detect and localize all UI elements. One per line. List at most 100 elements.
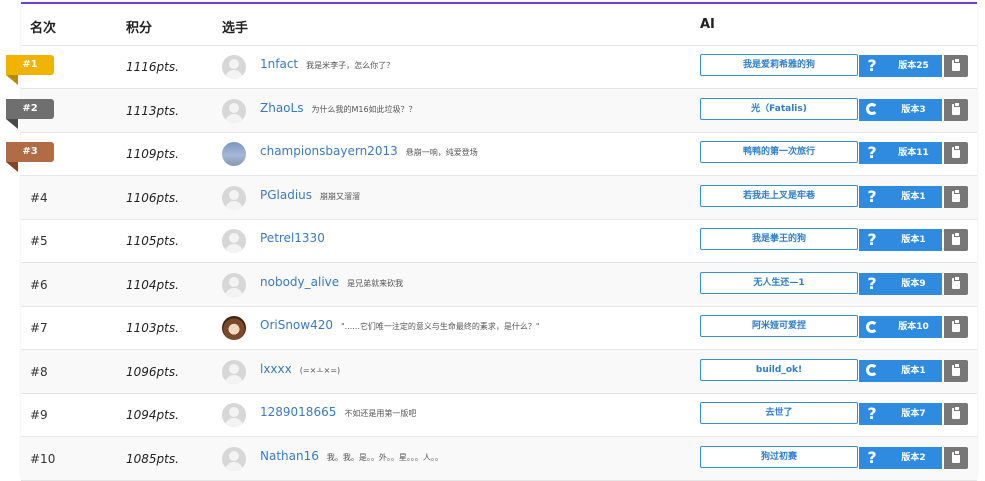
ai-language-button[interactable]: ? (859, 272, 885, 295)
player-motto: 我是米李子，怎么你了？ (306, 61, 395, 70)
rank-number: #10 (30, 451, 56, 466)
ai-version-button[interactable]: 版本2 (885, 446, 942, 469)
player-name-link[interactable]: Nathan16 我。我。是。。外。。星。。。人。。 (260, 449, 443, 463)
player-name[interactable]: 1289018665 (260, 405, 336, 419)
ai-version-button[interactable]: 版本3 (885, 98, 942, 121)
score: 1113pts. (126, 103, 179, 118)
copy-button[interactable] (944, 142, 968, 164)
rank-number: #7 (30, 321, 48, 335)
copy-button[interactable] (944, 359, 968, 382)
ai-version-button[interactable]: 版本11 (885, 142, 942, 164)
player-name-link[interactable]: championsbayern2013 悬崩一响，纯爱登场 (260, 144, 478, 158)
ai-version-button[interactable]: 版本25 (885, 55, 942, 77)
copy-button[interactable] (944, 98, 968, 121)
c-icon (866, 103, 878, 115)
clipboard-icon (952, 101, 960, 115)
avatar[interactable] (222, 446, 246, 471)
ai-language-button[interactable]: ? (859, 229, 885, 251)
score: 1094pts. (126, 408, 179, 422)
ai-language-button[interactable] (859, 359, 885, 382)
player-name-link[interactable]: 1nfact 我是米李子，怎么你了？ (260, 57, 394, 71)
player-name-link[interactable]: 1289018665 不如还是用第一版吧 (260, 405, 416, 419)
player-name[interactable]: 1nfact (260, 57, 298, 71)
player-motto: 我。我。是。。外。。星。。。人。。 (326, 452, 443, 462)
player-name[interactable]: nobody_alive (260, 275, 339, 289)
player-name[interactable]: lxxxx (260, 362, 292, 376)
ai-name-button[interactable]: build_ok! (700, 358, 858, 381)
player-name-link[interactable]: PGladius 崩崩又溜溜 (260, 188, 360, 202)
ai-language-button[interactable] (859, 316, 885, 338)
clipboard-icon (952, 362, 960, 376)
ai-version-button[interactable]: 版本7 (885, 403, 942, 425)
player-name-link[interactable]: ZhaoLs 为什么我的M16如此垃圾？？ (260, 101, 417, 115)
player-motto: "......它们唯一注定的意义与生命最终的素求，是什么？" (341, 322, 540, 331)
ai-language-button[interactable]: ? (859, 55, 885, 77)
player-name[interactable]: Nathan16 (260, 449, 319, 463)
score: 1106pts. (126, 190, 179, 205)
avatar[interactable] (222, 403, 246, 427)
ai-name-button[interactable]: 阿米娅可爱捏 (700, 315, 858, 337)
ai-language-button[interactable]: ? (859, 403, 885, 425)
ai-name-button[interactable]: 若我走上叉是牢巷 (700, 184, 858, 207)
copy-button[interactable] (944, 272, 968, 295)
player-motto: 为什么我的M16如此垃圾？？ (311, 104, 417, 114)
avatar[interactable] (222, 229, 246, 253)
player-name[interactable]: ZhaoLs (260, 101, 303, 115)
question-icon: ? (867, 447, 877, 467)
player-name[interactable]: PGladius (260, 188, 312, 202)
player-name-link[interactable]: OriSnow420 "......它们唯一注定的意义与生命最终的素求，是什么？" (260, 318, 540, 332)
table-row: #5 1105pts. Petrel1330 我是拳王的狗 ? 版本1 (21, 219, 977, 263)
ai-name-button[interactable]: 鸭鸭的第一次旅行 (700, 141, 858, 163)
question-icon: ? (867, 230, 877, 249)
copy-button[interactable] (944, 446, 968, 469)
ai-version-button[interactable]: 版本1 (885, 185, 942, 208)
avatar[interactable] (222, 98, 246, 123)
player-name-link[interactable]: nobody_alive 是兄弟就来砍我 (260, 275, 403, 289)
header-ai: AI (700, 17, 715, 32)
clipboard-icon (952, 145, 960, 158)
avatar[interactable] (222, 185, 246, 210)
ai-version-button[interactable]: 版本10 (885, 316, 942, 338)
ai-version-button[interactable]: 版本1 (885, 359, 942, 382)
player-name-link[interactable]: Petrel1330 (260, 231, 333, 245)
leaderboard: 名次 积分 选手 AI #1 1116pts. 1nfact 我是米李子，怎么你了… (6, 2, 977, 481)
question-icon: ? (867, 143, 877, 162)
ai-name-button[interactable]: 无人生还—1 (700, 271, 858, 294)
ai-name-button[interactable]: 我是拳王的狗 (700, 228, 858, 250)
copy-button[interactable] (944, 55, 968, 77)
score: 1109pts. (126, 147, 179, 161)
copy-button[interactable] (944, 403, 968, 425)
ai-version-button[interactable]: 版本9 (885, 272, 942, 295)
table-row: #1 1116pts. 1nfact 我是米李子，怎么你了？ 我是爱莉希雅的狗 ?… (6, 45, 977, 89)
c-icon (866, 320, 878, 333)
avatar[interactable] (222, 55, 246, 79)
avatar[interactable] (222, 359, 246, 384)
ai-version-button[interactable]: 版本1 (885, 229, 942, 251)
copy-button[interactable] (944, 185, 968, 208)
ai-name-button[interactable]: 狗过初赛 (700, 445, 858, 468)
copy-button[interactable] (944, 316, 968, 338)
ai-language-button[interactable]: ? (859, 446, 885, 469)
ai-language-button[interactable] (859, 98, 885, 121)
player-name-link[interactable]: lxxxx (=×ㅗ×=) (260, 362, 340, 376)
rank-number: #5 (30, 234, 48, 248)
player-name[interactable]: championsbayern2013 (260, 144, 398, 158)
table-row: #3 1109pts. championsbayern2013 悬崩一响，纯爱登场… (6, 132, 977, 176)
clipboard-icon (952, 188, 960, 202)
header-score: 积分 (126, 21, 153, 36)
ai-name-button[interactable]: 我是爱莉希雅的狗 (700, 54, 858, 76)
ai-language-button[interactable]: ? (859, 142, 885, 164)
clipboard-icon (952, 319, 960, 332)
copy-button[interactable] (944, 229, 968, 251)
ai-language-button[interactable]: ? (859, 185, 885, 208)
player-name[interactable]: Petrel1330 (260, 231, 325, 245)
ai-name-button[interactable]: 光（Fatalis) (700, 97, 858, 120)
table-row: #4 1106pts. PGladius 崩崩又溜溜 若我走上叉是牢巷 ? 版本1 (21, 175, 977, 220)
avatar[interactable] (222, 316, 246, 340)
player-name[interactable]: OriSnow420 (260, 318, 333, 332)
avatar[interactable] (222, 142, 246, 166)
ai-name-button[interactable]: 去世了 (700, 402, 858, 424)
question-icon: ? (867, 404, 877, 423)
avatar[interactable] (222, 272, 246, 297)
clipboard-icon (952, 406, 960, 419)
